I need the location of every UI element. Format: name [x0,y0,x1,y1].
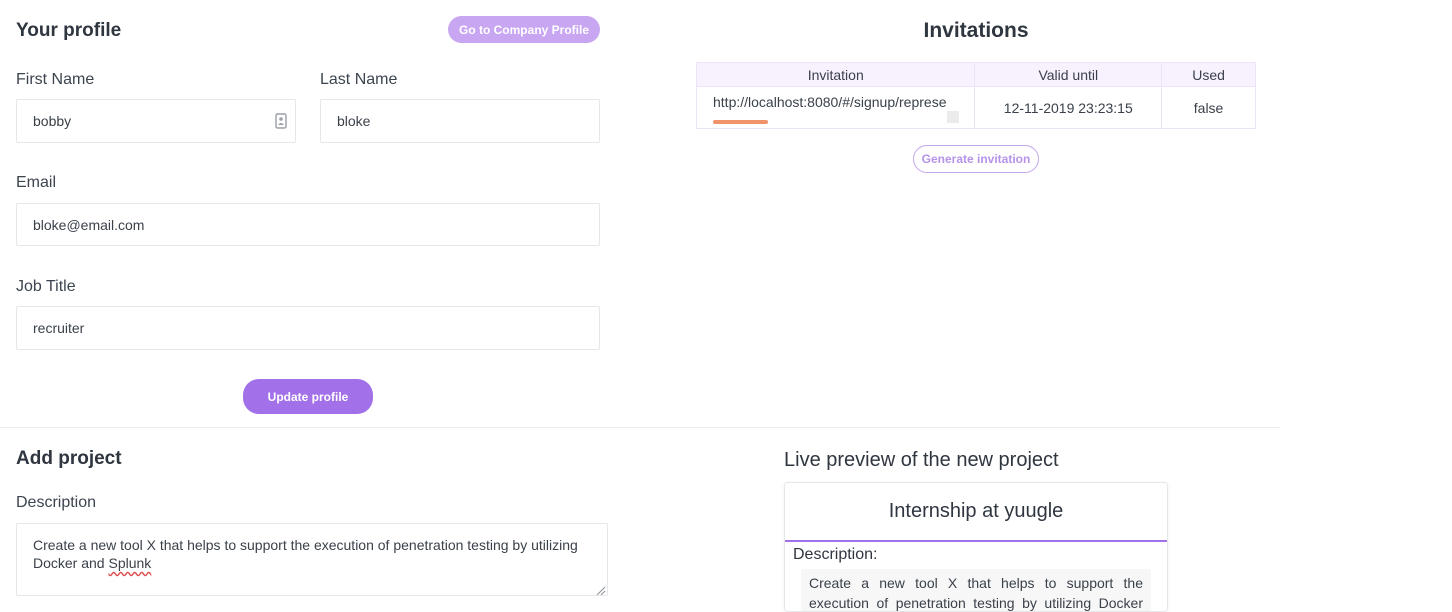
description-label: Description [16,494,97,511]
update-profile-button[interactable]: Update profile [243,379,373,414]
go-to-company-profile-button[interactable]: Go to Company Profile [448,16,600,43]
profile-title: Your profile [16,20,122,41]
project-preview-card: Internship at yuugle Description: Create… [784,482,1168,612]
first-name-input[interactable]: bobby [16,99,296,143]
preview-description-text: Create a new tool X that helps to suppor… [801,569,1151,611]
misspelled-word: Splunk [108,555,152,571]
autofill-contact-icon[interactable] [275,113,287,129]
generate-invitation-button[interactable]: Generate invitation [913,145,1039,173]
column-header-invitation: Invitation [695,62,976,87]
last-name-value: bloke [337,113,371,129]
column-header-valid-until: Valid until [974,62,1163,87]
last-name-label: Last Name [320,71,398,88]
preview-card-title: Internship at yuugle [785,483,1167,542]
used-cell: false [1161,86,1256,129]
column-header-used: Used [1161,62,1256,87]
horizontal-scrollbar-thumb[interactable] [713,120,768,124]
last-name-input[interactable]: bloke [320,99,600,143]
section-divider [0,427,1280,428]
first-name-value: bobby [33,113,72,129]
email-label: Email [16,174,57,191]
invitation-link-cell[interactable]: http://localhost:8080/#/signup/represent… [695,86,976,129]
invitation-link[interactable]: http://localhost:8080/#/signup/represent… [713,94,947,110]
valid-until-cell: 12-11-2019 23:23:15 [974,86,1163,129]
live-preview-title: Live preview of the new project [784,449,1059,471]
table-row: http://localhost:8080/#/signup/represent… [695,86,1256,129]
job-title-input[interactable]: recruiter [16,306,600,350]
scrollbar-corner [947,111,959,123]
invitations-table: Invitation Valid until Used http://local… [695,62,1256,129]
description-textarea[interactable]: Create a new tool X that helps to suppor… [16,523,608,596]
invitations-title: Invitations [923,19,1029,42]
invitations-header-row: Invitation Valid until Used [695,62,1256,87]
add-project-title: Add project [16,448,122,469]
resize-handle-icon[interactable] [594,582,606,595]
first-name-label: First Name [16,71,95,88]
job-title-value: recruiter [33,320,85,336]
email-value: bloke@email.com [33,216,145,233]
job-title-label: Job Title [16,278,76,295]
email-input[interactable]: bloke@email.com [16,203,600,246]
preview-description-label: Description: [793,546,878,563]
